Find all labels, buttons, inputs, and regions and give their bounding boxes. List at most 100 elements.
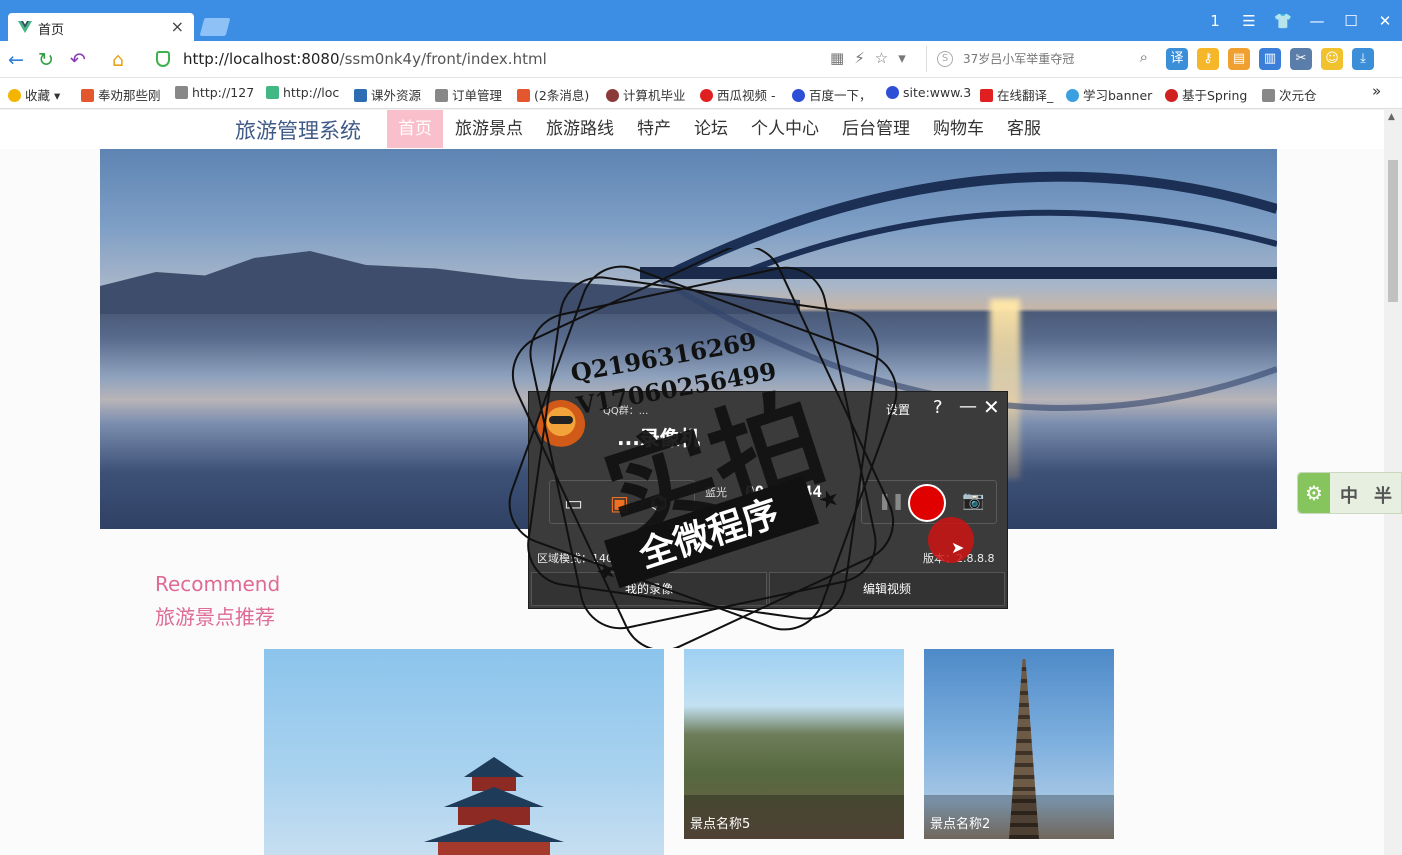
card-caption: 景点名称5: [684, 795, 904, 839]
close-tab-icon[interactable]: ×: [171, 17, 184, 36]
bookmark-label: 订单管理: [452, 88, 503, 103]
record-controls: ❚❚ 📷: [861, 480, 997, 524]
csdn-icon: [81, 89, 94, 102]
ime-width-label[interactable]: 半: [1374, 482, 1392, 508]
emoji-icon[interactable]: ☺: [1321, 48, 1343, 70]
attraction-card[interactable]: 景点名称5: [684, 649, 904, 839]
menu-icon[interactable]: ☰: [1232, 12, 1266, 30]
clipboard-icon[interactable]: ▤: [1228, 48, 1250, 70]
bookmark-item[interactable]: 计算机毕业: [606, 85, 686, 104]
globe-icon: [1066, 89, 1079, 102]
search-engine-icon[interactable]: S: [937, 51, 953, 67]
home-icon[interactable]: ⌂: [112, 49, 124, 71]
attraction-card[interactable]: 景点名称2: [924, 649, 1114, 839]
undo-icon[interactable]: ↶: [70, 49, 86, 71]
speaker-icon[interactable]: 🔈: [705, 504, 719, 517]
page-icon: [1262, 89, 1275, 102]
bookmark-item[interactable]: 次元仓: [1262, 85, 1317, 104]
scrollbar-thumb[interactable]: [1388, 160, 1398, 302]
region-icon[interactable]: ▣: [610, 491, 629, 515]
site-icon: [354, 89, 367, 102]
gear-icon[interactable]: ⚙: [1298, 473, 1330, 513]
search-box: S ⌕: [926, 46, 1154, 72]
bookmark-item[interactable]: (2条消息): [517, 85, 589, 104]
recorder-qq-group: QQ群：...: [603, 406, 649, 417]
translate-icon[interactable]: 译: [1166, 48, 1188, 70]
nav-cart[interactable]: 购物车: [922, 110, 995, 148]
nav-attractions[interactable]: 旅游景点: [444, 110, 534, 148]
ime-lang-label[interactable]: 中: [1340, 482, 1358, 508]
star-icon: [8, 89, 21, 102]
bookmark-item[interactable]: 西瓜视频 -: [700, 85, 775, 104]
nav-routes[interactable]: 旅游路线: [535, 110, 625, 148]
close-window-button[interactable]: ✕: [1368, 12, 1402, 30]
download-icon[interactable]: ⤓: [1352, 48, 1374, 70]
pause-icon[interactable]: ❚❚: [878, 491, 905, 510]
nav-profile[interactable]: 个人中心: [740, 110, 830, 148]
page-icon: [175, 86, 188, 99]
capture-mode-group: ▭ ▣ ⌬: [549, 480, 695, 524]
browser-titlebar: 首页 × 1 ☰ 👕 — ☐ ✕: [0, 0, 1402, 41]
record-button[interactable]: [908, 484, 946, 522]
bookmark-item[interactable]: http://127: [175, 85, 254, 100]
minimize-window-button[interactable]: —: [1300, 12, 1334, 30]
bookmark-item[interactable]: 学习banner: [1066, 85, 1152, 104]
recorder-minimize-button[interactable]: —: [959, 396, 977, 417]
xigua-icon: [700, 89, 713, 102]
skin-icon[interactable]: 👕: [1266, 12, 1300, 30]
bookmark-label: 在线翻译_: [997, 88, 1054, 103]
lightning-icon[interactable]: ⚡: [854, 49, 865, 67]
maximize-window-button[interactable]: ☐: [1334, 12, 1368, 30]
monitor-icon[interactable]: ▭: [564, 491, 583, 515]
bookmark-item[interactable]: 百度一下，: [792, 85, 872, 104]
bookmark-label: 百度一下，: [809, 88, 872, 103]
search-icon[interactable]: ⌕: [1140, 48, 1148, 66]
scissors-icon[interactable]: ✂: [1290, 48, 1312, 70]
bookmark-label: 收藏: [25, 88, 51, 103]
site-brand[interactable]: 旅游管理系统: [235, 115, 361, 145]
dropdown-icon[interactable]: ▾: [898, 49, 906, 67]
gamepad-icon[interactable]: ⌬: [650, 491, 667, 515]
bookmark-item[interactable]: 订单管理: [435, 85, 502, 104]
more-bookmarks-icon[interactable]: »: [1372, 82, 1381, 100]
scroll-up-icon[interactable]: ▲: [1388, 112, 1395, 122]
bookmark-item[interactable]: 基于Spring: [1165, 85, 1247, 104]
nav-forum[interactable]: 论坛: [683, 110, 739, 148]
bookmark-label: 计算机毕业: [623, 88, 686, 103]
recorder-close-button[interactable]: ✕: [983, 395, 1000, 419]
edit-video-button[interactable]: 编辑视频: [769, 572, 1005, 606]
nav-admin[interactable]: 后台管理: [831, 110, 921, 148]
tab-home[interactable]: 首页 ×: [8, 13, 194, 41]
bookmark-item[interactable]: 奉劝那些刚: [81, 85, 161, 104]
book-icon[interactable]: ▥: [1259, 48, 1281, 70]
nav-home[interactable]: 首页: [387, 110, 443, 148]
bookmark-label: 基于Spring: [1182, 88, 1248, 103]
new-tab-button[interactable]: [199, 18, 231, 36]
url-field[interactable]: http://localhost:8080/ssm0nk4y/front/ind…: [183, 50, 547, 68]
recorder-settings-button[interactable]: 设置: [886, 401, 910, 418]
youdao-icon: [980, 89, 993, 102]
back-icon[interactable]: ←: [8, 49, 24, 71]
attraction-card[interactable]: [264, 649, 664, 855]
camera-icon[interactable]: 📷: [962, 490, 984, 511]
bookmark-item[interactable]: 收藏 ▾: [8, 85, 60, 104]
bookmark-label: 课外资源: [371, 88, 422, 103]
tab-count-icon[interactable]: 1: [1198, 12, 1232, 30]
nav-specialties[interactable]: 特产: [626, 110, 682, 148]
bookmark-label: 西瓜视频 -: [717, 88, 776, 103]
bookmark-item[interactable]: 在线翻译_: [980, 85, 1053, 104]
my-videos-button[interactable]: 我的录像: [531, 572, 767, 606]
bookmark-item[interactable]: site:www.3: [886, 85, 971, 100]
key-icon[interactable]: ⚷: [1197, 48, 1219, 70]
qr-code-icon[interactable]: ▦: [830, 49, 844, 67]
bookmark-item[interactable]: 课外资源: [354, 85, 421, 104]
star-bookmark-icon[interactable]: ☆: [875, 49, 888, 67]
search-input[interactable]: [963, 49, 1128, 69]
nav-service[interactable]: 客服: [996, 110, 1052, 148]
ime-widget[interactable]: ⚙ 中 半: [1297, 472, 1402, 514]
baidu-icon: [792, 89, 805, 102]
reload-icon[interactable]: ↻: [38, 49, 54, 71]
bookmark-item[interactable]: http://loc: [266, 85, 339, 100]
help-icon[interactable]: ?: [933, 397, 943, 418]
g-icon: [1165, 89, 1178, 102]
